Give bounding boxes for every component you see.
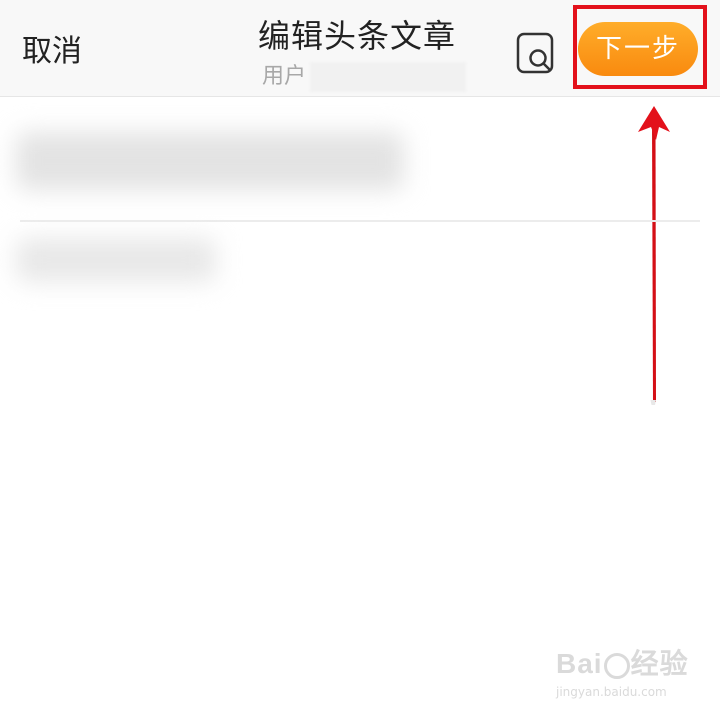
content-divider: [20, 220, 700, 222]
article-title-placeholder-redacted[interactable]: [16, 132, 404, 190]
subtitle-username-redacted: [310, 62, 467, 92]
paw-icon: [603, 652, 630, 679]
top-bar: 取消 编辑头条文章 用户 下一步: [0, 0, 720, 97]
cancel-button[interactable]: 取消: [22, 34, 82, 70]
watermark-brand: Bai 经验: [556, 648, 706, 680]
preview-button[interactable]: [516, 32, 554, 74]
next-step-button[interactable]: 下一步: [578, 22, 698, 76]
article-body-placeholder-redacted[interactable]: [16, 238, 216, 282]
annotation-arrow: [638, 106, 670, 405]
baidu-jingyan-watermark: Bai 经验 jingyan.baidu.com: [556, 648, 706, 706]
page-title: 编辑头条文章: [258, 17, 457, 55]
watermark-url: jingyan.baidu.com: [556, 685, 667, 699]
search-preview-icon: [516, 32, 554, 74]
watermark-brand-left: Bai: [556, 648, 603, 679]
watermark-brand-right: 经验: [630, 648, 689, 679]
subtitle-user-label: 用户: [262, 64, 307, 89]
subtitle-row: 用户: [262, 62, 467, 92]
